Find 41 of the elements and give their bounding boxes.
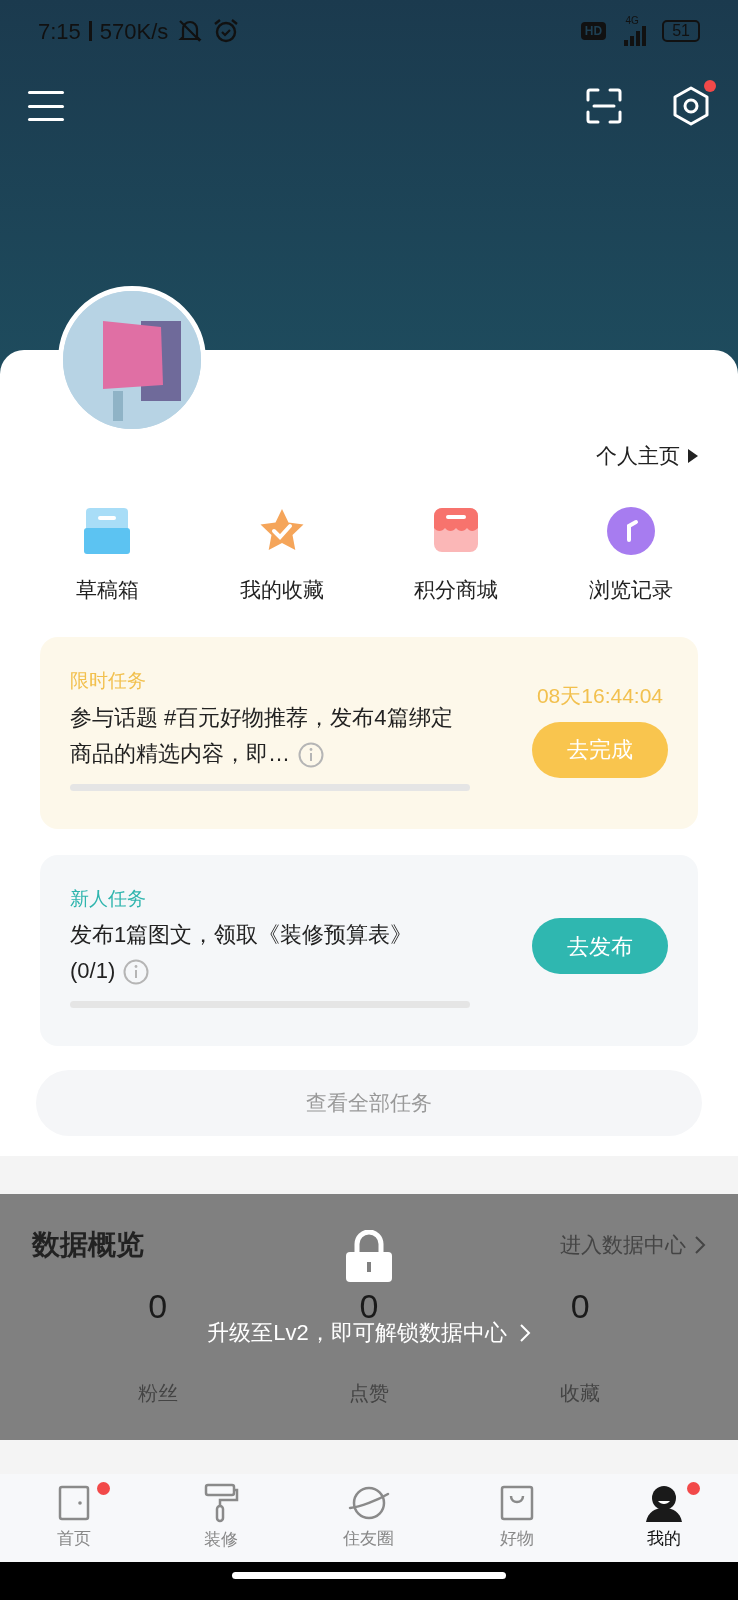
stat-label: 收藏 <box>560 1381 601 1406</box>
section-title: 数据概览 <box>32 1228 144 1262</box>
chevron-right-icon <box>694 1235 706 1255</box>
task-description: 发布1篇图文，领取《装修预算表》(0/1) <box>70 917 455 989</box>
lock-icon <box>346 1230 392 1282</box>
clock-icon <box>605 505 656 556</box>
data-center-link[interactable]: 进入数据中心 <box>560 1229 706 1261</box>
tab-item[interactable]: 装修 <box>147 1474 296 1562</box>
shortcut-button[interactable]: 浏览记录 <box>543 505 718 605</box>
all-tasks-button[interactable]: 查看全部任务 <box>36 1070 702 1136</box>
person-icon <box>644 1484 685 1523</box>
tab-item[interactable]: 好物 <box>442 1474 591 1562</box>
countdown: 08天16:44:04 <box>536 683 664 709</box>
clock-time: 7:15 <box>38 17 81 46</box>
scan-icon[interactable] <box>586 88 622 124</box>
shortcut-button[interactable]: 我的收藏 <box>194 505 369 605</box>
play-arrow-icon <box>688 448 698 463</box>
task-description: 参与话题 #百元好物推荐，发布4篇绑定商品的精选内容，即… <box>70 703 454 770</box>
task-tag: 限时任务 <box>70 667 516 696</box>
tab-item[interactable]: 我的 <box>590 1474 738 1562</box>
homepage-link[interactable]: 个人主页 <box>596 440 698 472</box>
hd-badge: HD <box>580 22 607 40</box>
settings-icon[interactable] <box>672 86 710 126</box>
inbox-icon <box>82 505 133 556</box>
menu-button[interactable] <box>28 89 64 123</box>
tab-item[interactable]: 首页 <box>0 1474 148 1562</box>
task-tag: 新人任务 <box>70 884 516 913</box>
battery-level: 51 <box>662 20 700 42</box>
stat-value: 0 <box>570 1286 590 1326</box>
shopping-bag-icon <box>498 1484 535 1523</box>
shortcut-button[interactable]: 草稿箱 <box>20 505 195 605</box>
network-speed: 570K/s <box>99 17 169 46</box>
chevron-right-icon <box>518 1322 531 1343</box>
stat-label: 粉丝 <box>137 1381 178 1406</box>
paint-roller-icon <box>203 1483 240 1524</box>
tab-item[interactable]: 住友圈 <box>295 1474 443 1562</box>
task-button[interactable]: 去发布 <box>532 918 668 975</box>
network-type: 4G <box>625 16 639 26</box>
shortcut-button[interactable]: 积分商城 <box>369 505 544 605</box>
stat-label: 点赞 <box>349 1381 389 1406</box>
stat-value: 0 <box>148 1286 168 1326</box>
